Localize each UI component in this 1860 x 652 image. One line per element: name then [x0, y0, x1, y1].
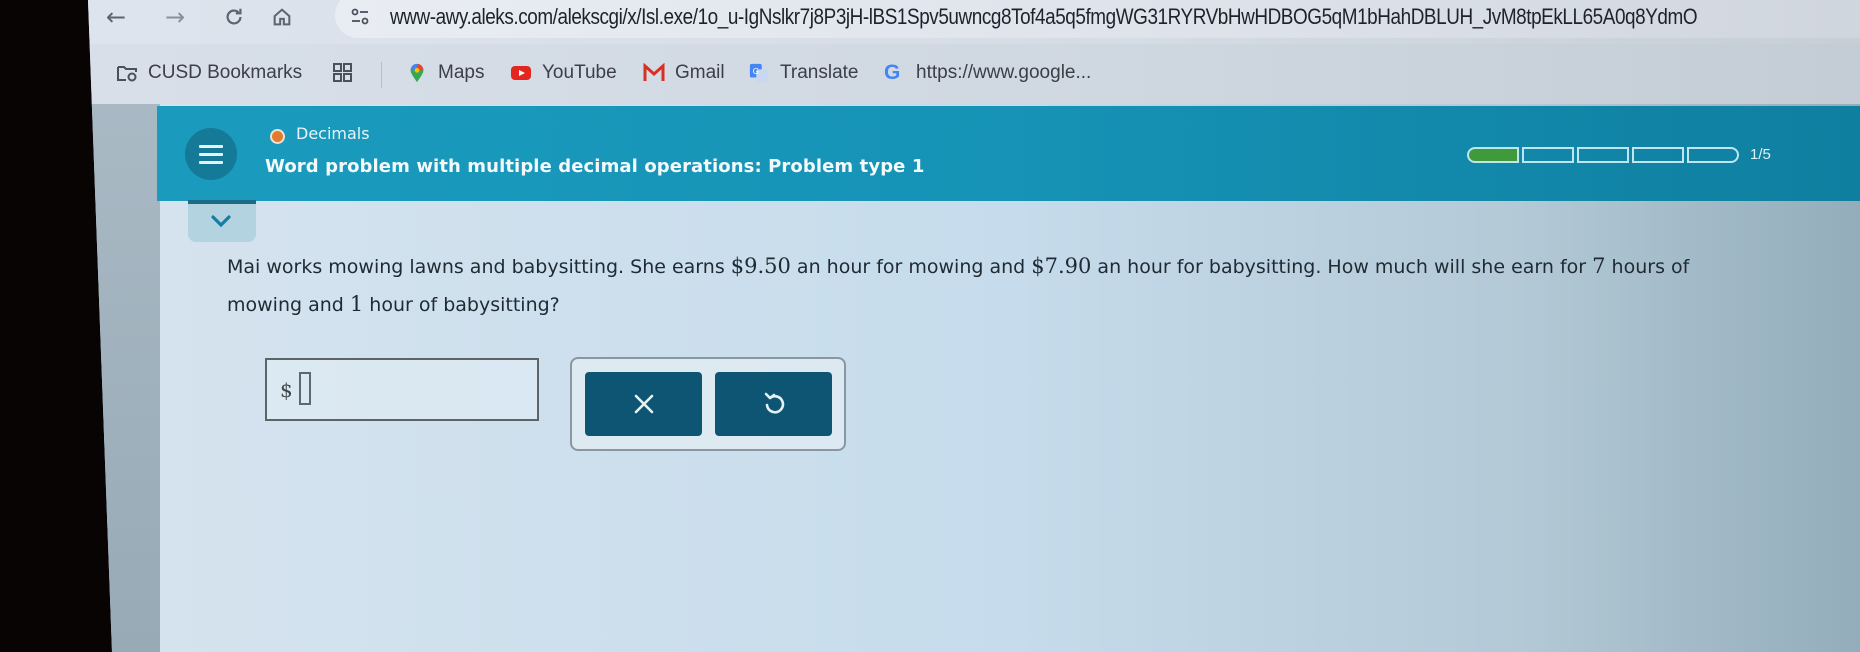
- collapse-toggle-button[interactable]: [188, 200, 256, 242]
- answer-input-cursor[interactable]: [299, 372, 311, 405]
- bookmark-label: Translate: [780, 62, 859, 83]
- bookmark-maps[interactable]: Maps: [406, 59, 484, 87]
- bookmark-label: YouTube: [542, 62, 617, 83]
- home-button[interactable]: [264, 2, 300, 32]
- bookmark-google[interactable]: G https://www.google...: [884, 59, 1091, 87]
- bookmark-separator: [381, 62, 382, 88]
- progress-segment-empty: [1522, 147, 1574, 163]
- topic-label: Decimals: [296, 124, 370, 143]
- back-button[interactable]: ←: [98, 2, 134, 32]
- screen: ← → www-awy.aleks.com/alekscgi/x/Isl.exe…: [88, 0, 1860, 652]
- topic-status-dot: [270, 129, 285, 144]
- progress-segment-empty: [1632, 147, 1684, 163]
- progress-segment-complete: [1467, 147, 1519, 163]
- babysitting-rate: $7.90: [1031, 254, 1092, 278]
- close-x-icon: [634, 394, 653, 414]
- arrow-right-icon: →: [164, 3, 186, 31]
- google-icon: G: [884, 61, 901, 84]
- currency-prefix: $: [280, 378, 293, 402]
- reload-button[interactable]: [216, 2, 252, 32]
- chevron-down-icon: [211, 215, 231, 228]
- site-info-button[interactable]: [345, 2, 375, 32]
- undo-icon: [764, 392, 784, 414]
- apps-grid-icon: [333, 63, 352, 82]
- progress-segment-empty: [1687, 147, 1739, 163]
- clear-button[interactable]: [585, 372, 702, 436]
- translate-icon: G: [749, 63, 769, 83]
- youtube-icon: [511, 66, 531, 80]
- hamburger-menu-icon: [199, 144, 223, 148]
- reload-icon: [226, 8, 242, 25]
- gmail-icon: [643, 63, 665, 81]
- menu-button[interactable]: [185, 128, 237, 180]
- bookmark-translate[interactable]: G Translate: [748, 59, 859, 87]
- arrow-left-icon: ←: [105, 3, 127, 31]
- svg-text:G: G: [753, 66, 759, 76]
- maps-pin-icon: [410, 63, 424, 83]
- mowing-rate: $9.50: [730, 254, 791, 278]
- forward-button[interactable]: →: [157, 2, 193, 32]
- bookmark-label: Gmail: [675, 62, 725, 83]
- bookmark-label: Maps: [438, 62, 485, 83]
- bookmark-apps[interactable]: [332, 59, 354, 87]
- home-icon: [273, 8, 291, 26]
- bookmark-gmail[interactable]: Gmail: [643, 59, 725, 87]
- question-text: Mai works mowing lawns and babysitting. …: [227, 254, 1690, 316]
- progress-bar: [1467, 147, 1739, 163]
- problem-title: Word problem with multiple decimal opera…: [265, 156, 925, 177]
- bookmark-label: CUSD Bookmarks: [148, 62, 303, 83]
- undo-button[interactable]: [715, 372, 832, 436]
- folder-managed-icon: [117, 66, 137, 82]
- bookmarks-bar: CUSD Bookmarks Maps YouTube Gmail G Tran…: [88, 44, 1860, 104]
- browser-toolbar: ← → www-awy.aleks.com/alekscgi/x/Isl.exe…: [88, 0, 1860, 44]
- bookmark-youtube[interactable]: YouTube: [510, 59, 617, 87]
- url-text[interactable]: www-awy.aleks.com/alekscgi/x/Isl.exe/1o_…: [390, 2, 1698, 32]
- progress-segment-empty: [1577, 147, 1629, 163]
- bookmark-label: https://www.google...: [916, 62, 1092, 83]
- babysitting-hours: 1: [349, 292, 364, 316]
- progress-label: 1/5: [1750, 146, 1771, 163]
- tune-icon: [351, 8, 369, 25]
- bookmark-cusd[interactable]: CUSD Bookmarks: [116, 59, 302, 87]
- mowing-hours: 7: [1592, 254, 1606, 278]
